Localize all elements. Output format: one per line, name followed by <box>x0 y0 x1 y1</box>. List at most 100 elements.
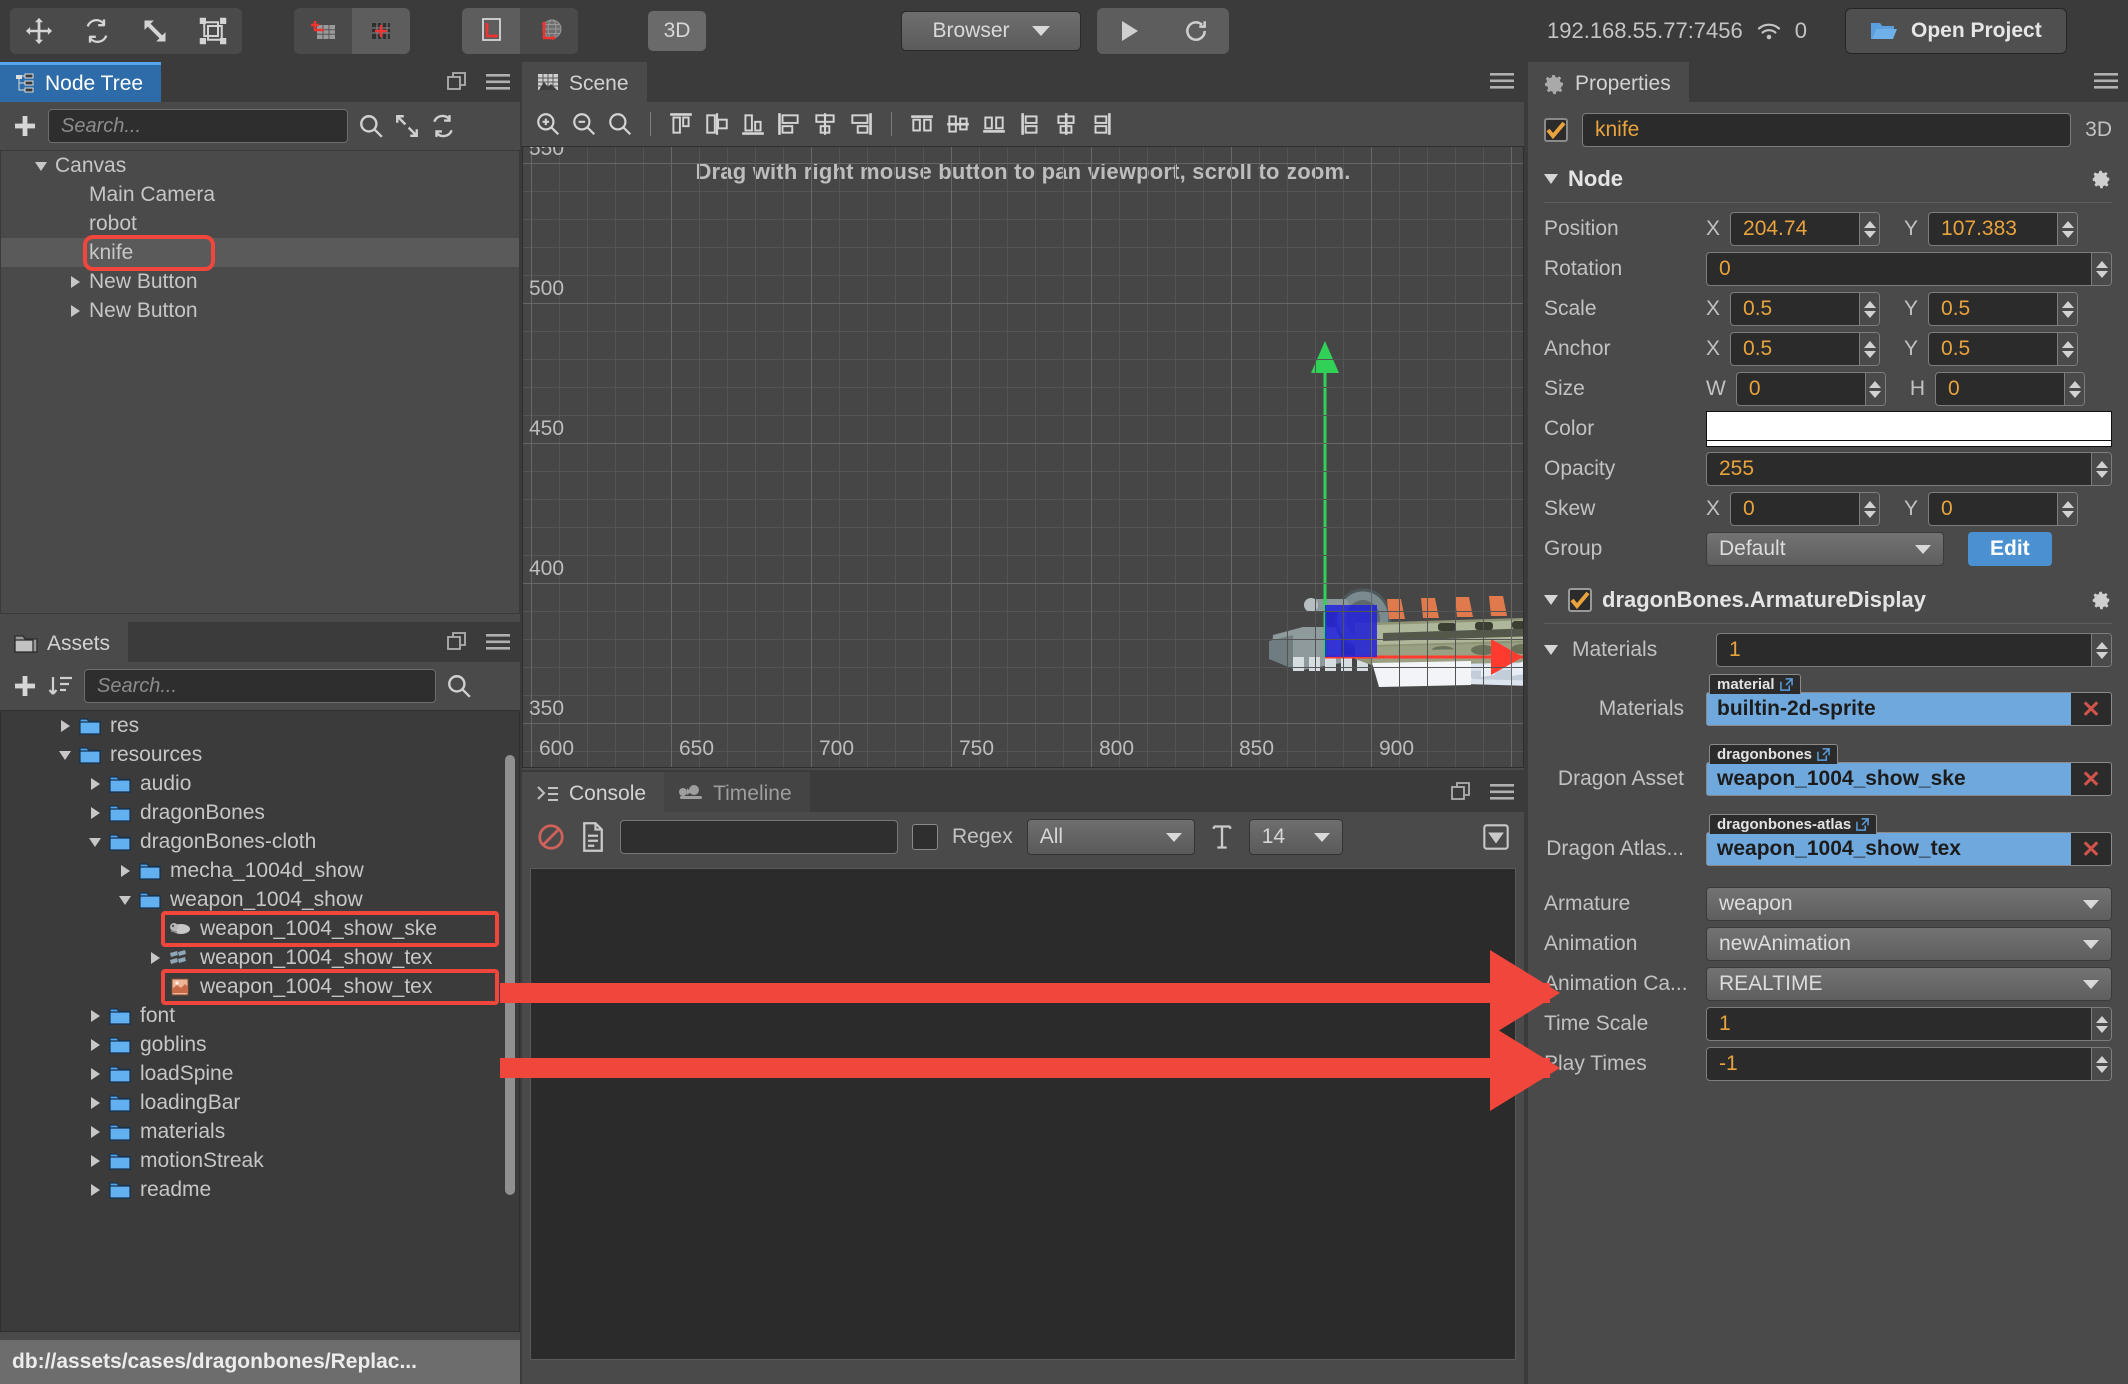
anchor-y-input[interactable]: 0.5 <box>1928 332 2079 366</box>
dragon-atlas-remove-button[interactable]: ✕ <box>2071 836 2111 863</box>
node-tree-item-new-button[interactable]: New Button <box>1 267 519 296</box>
distribute-top-tool[interactable] <box>906 108 938 140</box>
assets-item-loadspine[interactable]: loadSpine <box>1 1059 519 1088</box>
rotate-tool[interactable] <box>68 8 126 54</box>
distribute-center-tool[interactable] <box>1050 108 1082 140</box>
global-coord-tool[interactable] <box>520 8 578 54</box>
skew-y-input[interactable]: 0 <box>1928 492 2079 526</box>
node-tree-item-main-camera[interactable]: Main Camera <box>1 180 519 209</box>
caret-right-icon[interactable] <box>89 806 101 819</box>
caret-right-icon[interactable] <box>89 1096 101 1109</box>
refresh-tree-icon[interactable] <box>430 113 456 139</box>
materials-count-stepper[interactable] <box>2091 634 2111 666</box>
assets-item-audio[interactable]: audio <box>1 769 519 798</box>
node-tree-item-canvas[interactable]: Canvas <box>1 151 519 180</box>
tab-assets[interactable]: Assets <box>0 622 129 662</box>
scale-tool[interactable] <box>126 8 184 54</box>
dragon-atlas-field[interactable]: dragonbones-atlas weapon_1004_show_tex ✕ <box>1706 814 2112 866</box>
node-section-header[interactable]: Node <box>1528 158 2128 198</box>
external-link-icon[interactable] <box>1856 818 1870 831</box>
hamburger-menu-icon[interactable] <box>1490 782 1514 802</box>
console-log-area[interactable] <box>530 868 1516 1360</box>
align-bottom-tool[interactable] <box>737 108 769 140</box>
sort-icon[interactable] <box>48 673 74 699</box>
position-x-stepper[interactable] <box>1859 213 1880 245</box>
caret-right-icon[interactable] <box>69 304 81 317</box>
search-icon[interactable] <box>446 673 472 699</box>
caret-right-icon[interactable] <box>89 1154 101 1167</box>
caret-down-icon[interactable] <box>1544 644 1558 656</box>
position-x-input[interactable]: 204.74 <box>1730 212 1881 246</box>
scene-viewport[interactable]: Drag with right mouse button to pan view… <box>522 146 1524 768</box>
animation-cache-select[interactable]: REALTIME <box>1706 967 2112 1001</box>
external-link-icon[interactable] <box>1779 678 1793 691</box>
pivot-pivot-tool[interactable] <box>352 8 410 54</box>
armature-select[interactable]: weapon <box>1706 887 2112 921</box>
caret-down-icon[interactable] <box>119 894 131 906</box>
size-width-stepper[interactable] <box>1864 373 1885 405</box>
zoom-fit-tool[interactable] <box>604 108 636 140</box>
assets-item-dragonbones[interactable]: dragonBones <box>1 798 519 827</box>
dragon-asset-field[interactable]: dragonbones weapon_1004_show_ske ✕ <box>1706 744 2112 796</box>
color-swatch[interactable] <box>1706 411 2112 447</box>
caret-right-icon[interactable] <box>89 777 101 790</box>
search-icon[interactable] <box>358 113 384 139</box>
scale-y-stepper[interactable] <box>2057 293 2078 325</box>
console-level-select[interactable]: All <box>1026 819 1195 855</box>
transform-gizmo[interactable] <box>1223 327 1524 747</box>
assets-item-motionstreak[interactable]: motionStreak <box>1 1146 519 1175</box>
rotation-stepper[interactable] <box>2091 253 2111 285</box>
font-size-icon[interactable] <box>1209 823 1235 851</box>
tab-node-tree[interactable]: Node Tree <box>0 62 162 102</box>
node-name-input[interactable]: knife <box>1582 113 2072 147</box>
position-y-input[interactable]: 107.383 <box>1928 212 2079 246</box>
dimension-toggle[interactable]: 3D <box>648 11 706 51</box>
distribute-middle-tool[interactable] <box>942 108 974 140</box>
time-scale-stepper[interactable] <box>2091 1008 2111 1040</box>
size-height-input[interactable]: 0 <box>1935 372 2085 406</box>
assets-item-weapon-1004-show-tex[interactable]: weapon_1004_show_tex <box>1 972 519 1001</box>
refresh-button[interactable] <box>1180 15 1212 47</box>
add-asset-button[interactable] <box>12 673 38 699</box>
materials-asset-field[interactable]: material builtin-2d-sprite ✕ <box>1706 674 2112 726</box>
rect-tool[interactable] <box>184 8 242 54</box>
assets-item-weapon-1004-show-tex[interactable]: weapon_1004_show_tex <box>1 943 519 972</box>
node-tree-item-new-button[interactable]: New Button <box>1 296 519 325</box>
component-enabled-checkbox[interactable] <box>1568 588 1592 612</box>
hamburger-menu-icon[interactable] <box>486 632 510 652</box>
align-right-tool[interactable] <box>845 108 877 140</box>
move-tool[interactable] <box>10 8 68 54</box>
caret-down-icon[interactable] <box>59 749 71 761</box>
anchor-x-stepper[interactable] <box>1859 333 1880 365</box>
local-coord-tool[interactable] <box>462 8 520 54</box>
caret-down-icon[interactable] <box>89 836 101 848</box>
popout-icon[interactable] <box>1450 781 1472 803</box>
time-scale-input[interactable]: 1 <box>1706 1007 2112 1041</box>
animation-select[interactable]: newAnimation <box>1706 927 2112 961</box>
materials-asset-remove-button[interactable]: ✕ <box>2071 696 2111 723</box>
caret-right-icon[interactable] <box>89 1038 101 1051</box>
scale-x-stepper[interactable] <box>1859 293 1880 325</box>
pivot-center-tool[interactable] <box>294 8 352 54</box>
component-section-header[interactable]: dragonBones.ArmatureDisplay <box>1528 569 2128 619</box>
scale-x-input[interactable]: 0.5 <box>1730 292 1881 326</box>
caret-right-icon[interactable] <box>59 719 71 732</box>
tab-console[interactable]: Console <box>522 772 665 812</box>
add-node-button[interactable] <box>12 113 38 139</box>
rotation-input[interactable]: 0 <box>1706 252 2112 286</box>
assets-item-readme[interactable]: readme <box>1 1175 519 1204</box>
assets-item-resources[interactable]: resources <box>1 740 519 769</box>
size-height-stepper[interactable] <box>2064 373 2084 405</box>
opacity-input[interactable]: 255 <box>1706 452 2112 486</box>
play-button[interactable] <box>1114 15 1146 47</box>
clear-console-icon[interactable] <box>536 822 566 852</box>
caret-right-icon[interactable] <box>89 1009 101 1022</box>
gear-icon[interactable] <box>2090 589 2112 611</box>
open-project-button[interactable]: Open Project <box>1845 8 2067 54</box>
assets-item-loadingbar[interactable]: loadingBar <box>1 1088 519 1117</box>
file-log-icon[interactable] <box>580 822 606 852</box>
collapse-console-icon[interactable] <box>1482 823 1510 851</box>
console-font-size-select[interactable]: 14 <box>1248 819 1343 855</box>
assets-item-materials[interactable]: materials <box>1 1117 519 1146</box>
scale-y-input[interactable]: 0.5 <box>1928 292 2079 326</box>
